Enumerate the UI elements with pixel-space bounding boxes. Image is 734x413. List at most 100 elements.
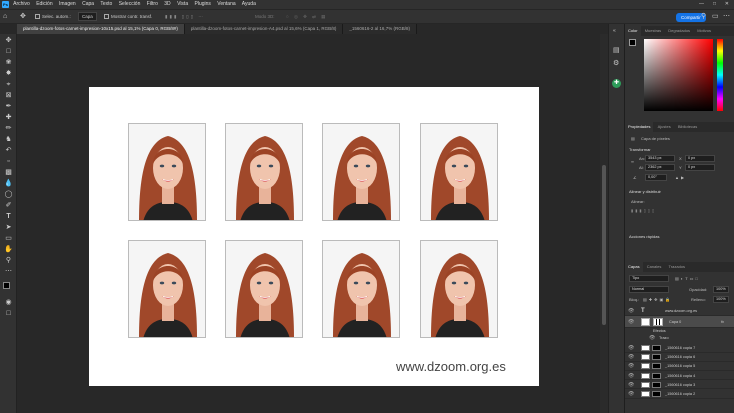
more-icon[interactable]: ⋯: [723, 10, 730, 23]
tab-ajustes[interactable]: Ajustes: [655, 122, 674, 132]
tab-muestras[interactable]: Muestras: [642, 26, 664, 36]
path-select-tool-icon[interactable]: ➤: [4, 223, 13, 232]
dodge-tool-icon[interactable]: ◯: [4, 190, 13, 199]
learn-icon[interactable]: ✚: [612, 79, 621, 88]
tab-trazados[interactable]: Trazados: [666, 262, 689, 272]
opacity-field[interactable]: 100%: [713, 286, 729, 293]
effects-row[interactable]: Efectos: [625, 328, 734, 335]
eyedropper-tool-icon[interactable]: ✒: [4, 102, 13, 111]
lock-icons[interactable]: ▤✚✥▣🔒: [643, 297, 672, 302]
search-icon[interactable]: ⚲: [701, 10, 706, 23]
hue-slider[interactable]: [717, 39, 723, 111]
3d-mode-icons[interactable]: ○ ◎ ✥ ⇄ ▦: [286, 10, 327, 23]
menu-seleccion[interactable]: Selección: [119, 1, 141, 7]
quick-mask-icon[interactable]: ◉: [4, 298, 13, 307]
transform-heading[interactable]: Transformar: [629, 147, 651, 152]
auto-select-checkbox[interactable]: Selec. autom.:: [35, 10, 71, 23]
collapse-icon[interactable]: «: [613, 28, 616, 34]
tab-doc-1560616[interactable]: _1560616-2 al 16,7% (RGB/8): [343, 24, 417, 34]
link-icon[interactable]: ∞: [631, 159, 634, 164]
foreground-color-swatch[interactable]: [3, 282, 10, 289]
tab-bibliotecas[interactable]: Bibliotecas: [675, 122, 700, 132]
brush-tool-icon[interactable]: ✏: [4, 124, 13, 133]
layer-select-dropdown[interactable]: Capa: [78, 10, 97, 23]
transform-controls-checkbox[interactable]: Mostrar contr. transf.: [104, 10, 152, 23]
frame-tool-icon[interactable]: ⊠: [4, 91, 13, 100]
history-icon[interactable]: ▤: [613, 46, 620, 54]
type-tool-icon[interactable]: T: [4, 212, 13, 221]
layer-row[interactable]: 👁 _1560616 copia 7: [625, 344, 734, 353]
layer-filter-select[interactable]: Tipo: [629, 275, 669, 282]
quick-select-tool-icon[interactable]: ✸: [4, 69, 13, 78]
visibility-eye-icon[interactable]: 👁: [628, 363, 634, 369]
angle-field[interactable]: 0,00°: [645, 174, 667, 181]
menu-vista[interactable]: Vista: [177, 1, 188, 7]
effect-eye-icon[interactable]: 👁: [649, 335, 655, 341]
color-picker-field[interactable]: [644, 39, 713, 111]
menu-ayuda[interactable]: Ayuda: [242, 1, 256, 7]
menu-texto[interactable]: Texto: [100, 1, 112, 7]
fg-color-swatch[interactable]: [629, 39, 636, 46]
layer-row[interactable]: 👁 _1560616 copia 4: [625, 372, 734, 381]
width-field[interactable]: 3543 px: [645, 155, 675, 162]
eraser-tool-icon[interactable]: ▫: [4, 157, 13, 166]
tab-doc-a4[interactable]: plantilla-dzoom-fotos-carnet-impresion-A…: [184, 24, 344, 34]
minimize-icon[interactable]: —: [699, 0, 704, 9]
visibility-eye-icon[interactable]: 👁: [628, 373, 634, 379]
layer-row[interactable]: 👁 _1560616 copia 2: [625, 390, 734, 399]
move-tool-icon[interactable]: ✥: [20, 10, 26, 23]
layer-filter-icons[interactable]: ▤◐T▭□: [675, 276, 700, 281]
y-field[interactable]: 0 px: [685, 164, 715, 171]
scrollbar-thumb[interactable]: [602, 165, 606, 325]
menu-filtro[interactable]: Filtro: [147, 1, 158, 7]
visibility-eye-icon[interactable]: 👁: [628, 382, 634, 388]
align-icons[interactable]: ▮▮▮ ▯▯▯ ⋯: [165, 10, 205, 23]
home-icon[interactable]: ⌂: [3, 10, 7, 23]
healing-brush-icon[interactable]: ✚: [4, 113, 13, 122]
more-tools-icon[interactable]: ⋯: [4, 267, 13, 276]
clone-stamp-icon[interactable]: ♞: [4, 135, 13, 144]
tab-canales[interactable]: Canales: [644, 262, 665, 272]
marquee-tool-icon[interactable]: □: [4, 47, 13, 56]
pen-tool-icon[interactable]: ✐: [4, 201, 13, 210]
menu-ventana[interactable]: Ventana: [217, 1, 235, 7]
tab-color[interactable]: Color: [625, 26, 641, 36]
fx-icon[interactable]: fx: [721, 318, 724, 326]
flip-icons[interactable]: ▲▶: [675, 175, 686, 180]
rectangle-tool-icon[interactable]: ▭: [4, 234, 13, 243]
layer-row[interactable]: 👁 _1560616 copia 6: [625, 353, 734, 362]
hand-tool-icon[interactable]: ✋: [4, 245, 13, 254]
visibility-eye-icon[interactable]: 👁: [628, 345, 634, 351]
move-tool-icon[interactable]: ✥: [4, 36, 13, 45]
menu-archivo[interactable]: Archivo: [13, 1, 30, 7]
x-field[interactable]: 0 px: [685, 155, 715, 162]
close-icon[interactable]: ✕: [725, 0, 729, 9]
tab-degradados[interactable]: Degradados: [665, 26, 693, 36]
maximize-icon[interactable]: □: [713, 0, 716, 9]
blur-tool-icon[interactable]: 💧: [4, 179, 13, 188]
menu-capa[interactable]: Capa: [82, 1, 94, 7]
visibility-eye-icon[interactable]: 👁: [628, 354, 634, 360]
menu-edicion[interactable]: Edición: [36, 1, 52, 7]
tab-propiedades[interactable]: Propiedades: [625, 122, 654, 132]
document-canvas[interactable]: www.dzoom.org.es: [89, 87, 539, 386]
zoom-tool-icon[interactable]: ⚲: [4, 256, 13, 265]
fill-field[interactable]: 100%: [713, 296, 729, 303]
stroke-effect-row[interactable]: 👁 Trazo: [625, 335, 734, 342]
screen-mode-icon[interactable]: □: [4, 309, 13, 318]
align-buttons-icon[interactable]: ▮▮▮▯▯▯: [631, 208, 656, 213]
tab-motivos[interactable]: Motivos: [694, 26, 714, 36]
tab-capas[interactable]: Capas: [625, 262, 643, 272]
layer-row[interactable]: 👁 _1560616 copia 3: [625, 381, 734, 390]
menu-imagen[interactable]: Imagen: [59, 1, 76, 7]
layer-row[interactable]: 👁 _1560616 copia 5: [625, 362, 734, 371]
brush-settings-icon[interactable]: ⚙: [613, 59, 619, 67]
menu-plugins[interactable]: Plugins: [195, 1, 211, 7]
history-brush-icon[interactable]: ↶: [4, 146, 13, 155]
visibility-eye-icon[interactable]: 👁: [628, 308, 634, 314]
tab-doc-10x15[interactable]: plantilla-dzoom-fotos-carnet-impresion-1…: [17, 24, 185, 34]
height-field[interactable]: 2362 px: [645, 164, 675, 171]
lasso-tool-icon[interactable]: ❀: [4, 58, 13, 67]
visibility-eye-icon[interactable]: 👁: [628, 391, 634, 397]
layer-row[interactable]: 👁 T www.dzoom.org.es: [625, 307, 734, 316]
